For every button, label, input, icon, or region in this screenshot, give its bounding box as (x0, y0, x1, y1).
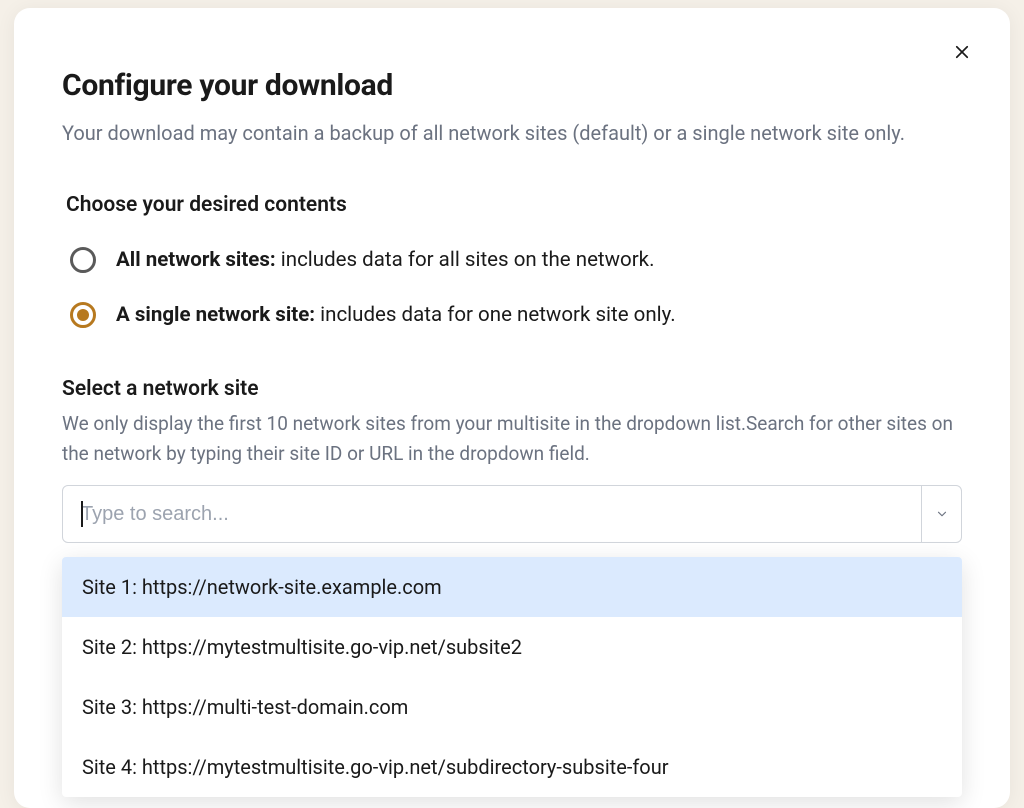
site-combobox[interactable] (62, 485, 962, 543)
combobox-toggle[interactable] (921, 486, 961, 542)
radio-single-site[interactable]: A single network site: includes data for… (66, 300, 962, 331)
modal-subtitle: Your download may contain a backup of al… (62, 117, 962, 149)
dropdown-item[interactable]: Site 1: https://network-site.example.com (62, 557, 962, 617)
select-site-help: We only display the first 10 network sit… (62, 409, 962, 470)
dropdown-item[interactable]: Site 4: https://mytestmultisite.go-vip.n… (62, 737, 962, 797)
section-label-contents: Choose your desired contents (66, 193, 962, 217)
radio-all-sites-label: All network sites: includes data for all… (116, 245, 654, 276)
radio-all-sites[interactable]: All network sites: includes data for all… (66, 245, 962, 276)
radio-single-site-label: A single network site: includes data for… (116, 300, 676, 331)
chevron-down-icon (935, 507, 949, 521)
site-search-input[interactable] (63, 486, 921, 542)
radio-icon-unselected (70, 247, 96, 273)
radio-icon-selected (70, 302, 96, 328)
dropdown-item[interactable]: Site 2: https://mytestmultisite.go-vip.n… (62, 617, 962, 677)
close-icon (953, 43, 971, 61)
close-button[interactable] (946, 36, 978, 68)
text-caret (81, 501, 83, 527)
download-config-modal: Configure your download Your download ma… (14, 8, 1010, 808)
modal-title: Configure your download (62, 68, 962, 103)
select-site-label: Select a network site (62, 377, 962, 401)
site-dropdown: Site 1: https://network-site.example.com… (62, 557, 962, 797)
dropdown-item[interactable]: Site 3: https://multi-test-domain.com (62, 677, 962, 737)
